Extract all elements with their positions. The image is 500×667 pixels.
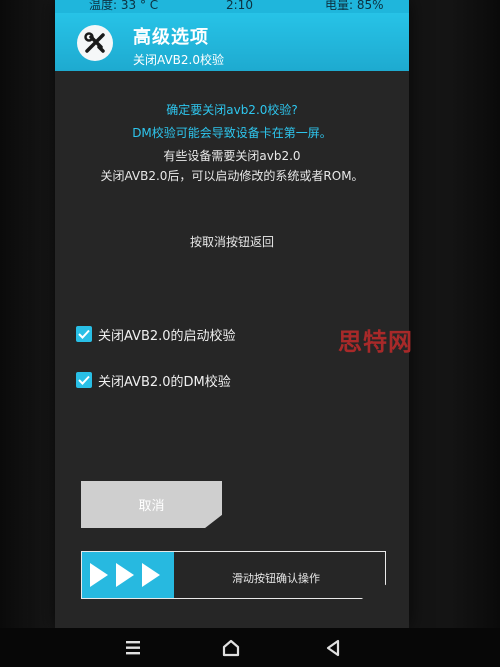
temperature-text: 温度: 33 ° C	[89, 0, 159, 12]
twrp-screen: 温度: 33 ° C 2:10 电量: 85% 高级选项 关闭AVB2.0校验	[55, 0, 409, 628]
phone-frame: 温度: 33 ° C 2:10 电量: 85% 高级选项 关闭AVB2.0校验 …	[0, 0, 500, 667]
swipe-handle[interactable]	[82, 552, 174, 598]
swipe-to-confirm-slider[interactable]: 滑动按钮确认操作	[81, 551, 386, 599]
swipe-label: 滑动按钮确认操作	[232, 572, 320, 585]
twrp-logo-icon	[77, 25, 113, 61]
menu-icon[interactable]	[122, 638, 144, 658]
watermark-text: 思特网	[338, 328, 413, 356]
option-label: 关闭AVB2.0的启动校验	[98, 329, 236, 344]
message-line-4: 关闭AVB2.0后，可以启动修改的系统或者ROM。	[100, 169, 364, 183]
triple-arrow-right-icon	[90, 563, 160, 587]
header-bar: 高级选项 关闭AVB2.0校验	[55, 13, 409, 71]
clock-text: 2:10	[226, 0, 253, 12]
page-subtitle: 关闭AVB2.0校验	[133, 53, 224, 67]
message-line-5: 按取消按钮返回	[189, 235, 274, 249]
message-line-2: DM校验可能会导致设备卡在第一屏。	[132, 126, 332, 140]
option-label: 关闭AVB2.0的DM校验	[98, 375, 231, 390]
checkbox-checked-icon[interactable]	[76, 326, 92, 342]
message-line-1: 确定要关闭avb2.0校验?	[166, 103, 298, 117]
message-line-3: 有些设备需要关闭avb2.0	[163, 149, 301, 163]
android-nav-bar	[0, 628, 500, 667]
back-icon[interactable]	[322, 638, 344, 658]
checkbox-checked-icon[interactable]	[76, 372, 92, 388]
page-title: 高级选项	[133, 27, 209, 48]
status-bar: 温度: 33 ° C 2:10 电量: 85%	[55, 0, 409, 13]
battery-text: 电量: 85%	[325, 0, 384, 12]
home-icon[interactable]	[220, 638, 242, 658]
cancel-button[interactable]: 取消	[81, 481, 222, 528]
